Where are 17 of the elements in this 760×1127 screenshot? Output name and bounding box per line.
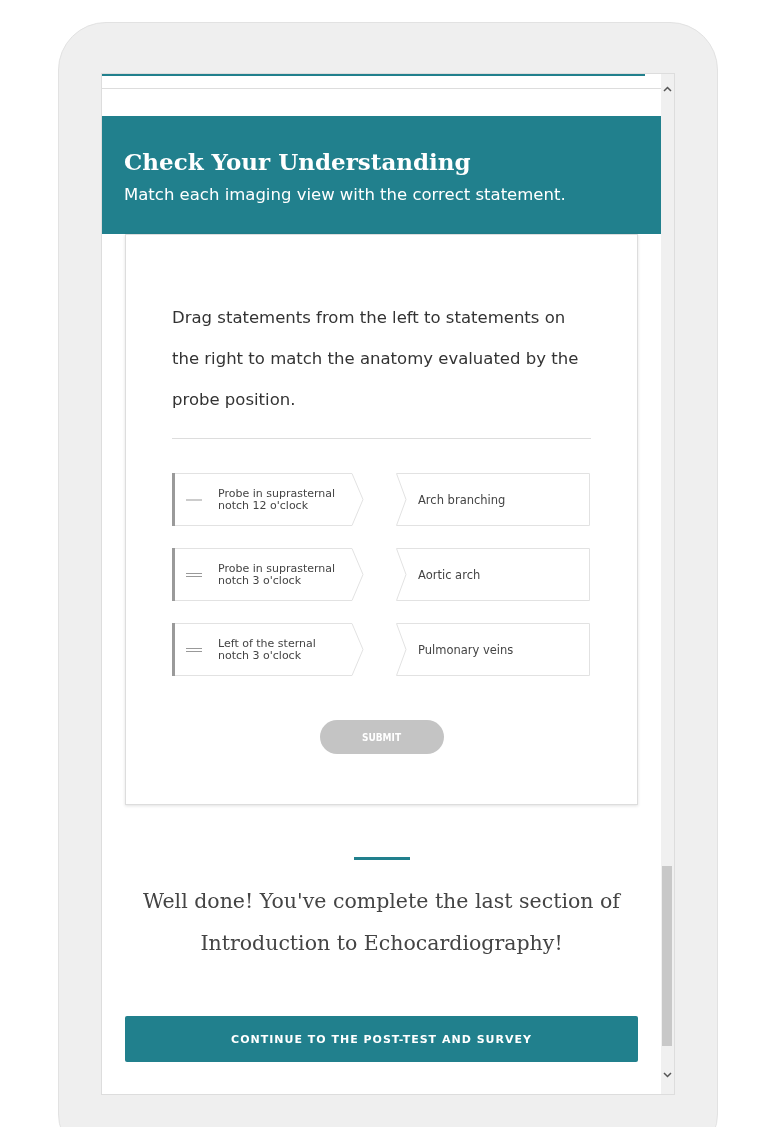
scrollbar[interactable] [661,74,674,1094]
scroll-down-icon[interactable] [663,1072,672,1078]
drop-target[interactable]: Pulmonary veins [396,623,590,676]
completion-message: Well done! You've complete the last section of Introduction to Echocardiography! [142,888,622,957]
scroll-up-icon[interactable] [663,86,672,92]
draggable-statement[interactable]: Probe in suprasternal notch 3 o'clock [172,548,364,601]
drag-handle-icon[interactable] [186,570,202,579]
draggable-statement[interactable]: Probe in suprasternal notch 12 o'clock [172,473,364,526]
drag-handle-icon[interactable] [186,645,202,654]
scroll-thumb[interactable] [662,866,672,1046]
continue-button[interactable]: CONTINUE TO THE POST-TEST AND SURVEY [125,1016,638,1062]
draggable-statement[interactable]: Left of the sternal notch 3 o'clock [172,623,364,676]
question-prompt: Drag statements from the left to statements on the right to match the anatomy evaluated by the probe position. [172,297,591,439]
drop-target[interactable]: Arch branching [396,473,590,526]
section-title: Check Your Understanding [124,148,472,175]
drop-target[interactable]: Aortic arch [396,548,590,601]
section-subtitle: Match each imaging view with the correct statement. [124,185,567,204]
